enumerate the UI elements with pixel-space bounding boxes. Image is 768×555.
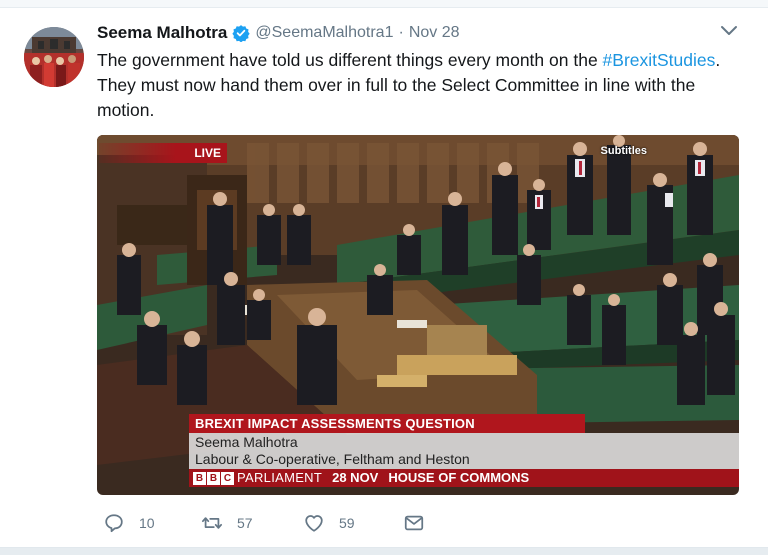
caption-speaker-name: Seema Malhotra: [195, 434, 298, 450]
tweet-text-start: The government have told us different th…: [97, 50, 603, 70]
separator-dot: ·: [398, 24, 404, 41]
bbc-letter: B: [207, 471, 220, 485]
tweet-header: Seema Malhotra @SeemaMalhotra1 · Nov 28: [97, 22, 460, 44]
like-count: 59: [339, 515, 355, 531]
retweet-button[interactable]: 57: [201, 510, 253, 536]
retweet-count: 57: [237, 515, 253, 531]
hashtag-link[interactable]: #BrexitStudies: [603, 50, 716, 70]
bbc-letter: C: [221, 471, 234, 485]
channel-name: PARLIAMENT: [237, 470, 323, 485]
tweet-timestamp[interactable]: Nov 28: [409, 24, 460, 42]
bbc-letter: B: [193, 471, 206, 485]
reply-icon: [105, 514, 123, 533]
chevron-down-icon[interactable]: [720, 24, 738, 38]
video-player[interactable]: LIVE Subtitles BREXIT IMPACT ASSESSMENTS…: [97, 135, 739, 495]
heart-icon: [305, 515, 323, 532]
avatar-image: [24, 27, 84, 87]
avatar[interactable]: [24, 27, 84, 87]
tweet-actions: 10 57 59: [97, 510, 457, 536]
direct-message-button[interactable]: [403, 510, 439, 536]
speaker-caption: Seema Malhotra Labour & Co-operative, Fe…: [189, 433, 739, 469]
tweet-card[interactable]: Seema Malhotra @SeemaMalhotra1 · Nov 28 …: [0, 0, 768, 548]
live-badge: LIVE: [99, 143, 227, 163]
reply-count: 10: [139, 515, 155, 531]
subtitles-toggle[interactable]: Subtitles: [601, 145, 647, 157]
envelope-icon: [404, 515, 424, 531]
author-name[interactable]: Seema Malhotra: [97, 23, 227, 43]
author-handle[interactable]: @SeemaMalhotra1: [255, 24, 393, 42]
tweet-text: The government have told us different th…: [97, 48, 747, 123]
timeline-gap: [0, 548, 768, 555]
verified-badge-icon: [232, 25, 251, 42]
topic-banner: BREXIT IMPACT ASSESSMENTS QUESTION: [189, 414, 585, 433]
broadcast-location: HOUSE OF COMMONS: [388, 470, 530, 485]
like-button[interactable]: 59: [303, 510, 355, 536]
reply-button[interactable]: 10: [103, 510, 155, 536]
top-divider: [0, 0, 768, 8]
retweet-icon: [201, 517, 223, 529]
channel-strip: B B C PARLIAMENT 28 NOV HOUSE OF COMMONS: [189, 469, 739, 487]
caption-speaker-role: Labour & Co-operative, Feltham and Hesto…: [195, 451, 470, 467]
broadcast-date: 28 NOV: [332, 470, 379, 485]
bbc-logo: B B C: [193, 471, 234, 485]
